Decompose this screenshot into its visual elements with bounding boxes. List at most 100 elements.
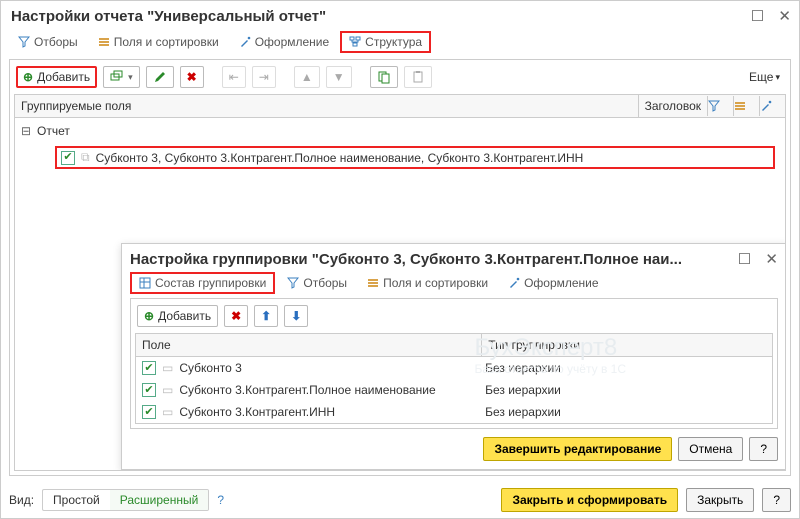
- paste-icon: [411, 70, 425, 84]
- close-and-form-button[interactable]: Закрыть и сформировать: [501, 488, 678, 512]
- fields-icon: [98, 36, 110, 48]
- copy-icon: [377, 70, 391, 84]
- copy-button[interactable]: [370, 66, 398, 88]
- dialog-titlebar: Настройка группировки "Субконто 3, Субко…: [130, 250, 778, 272]
- grid-icon: [139, 277, 151, 289]
- type-label: Без иерархии: [485, 405, 766, 419]
- dialog-add-button[interactable]: ⊕ Добавить: [137, 305, 218, 327]
- dialog-tab-style[interactable]: Оформление: [500, 272, 606, 294]
- dialog-footer: Завершить редактирование Отмена ?: [130, 429, 778, 461]
- tab-structure[interactable]: Структура: [340, 31, 431, 53]
- group-icon: [110, 70, 124, 84]
- view-toggle: Простой Расширенный: [42, 489, 209, 511]
- grid-row[interactable]: ✔ ▭ Субконто 3 Без иерархии: [136, 357, 772, 379]
- brush-icon: [508, 277, 520, 289]
- dialog-grid-body: ✔ ▭ Субконто 3 Без иерархии ✔ ▭ Субконто…: [135, 357, 773, 424]
- tree-child-row[interactable]: ✔ ⧉ Субконто 3, Субконто 3.Контрагент.По…: [61, 150, 769, 165]
- link-icon: ⧉: [81, 150, 90, 165]
- checkbox-icon[interactable]: ✔: [142, 405, 156, 419]
- outdent-button[interactable]: ⇤: [222, 66, 246, 88]
- field-label: Субконто 3.Контрагент.Полное наименовани…: [179, 383, 435, 397]
- tab-style[interactable]: Оформление: [230, 31, 338, 53]
- maximize-icon[interactable]: ☐: [751, 8, 764, 25]
- add-button[interactable]: ⊕ Добавить: [16, 66, 97, 88]
- arrow-out-icon: ⇤: [229, 70, 239, 84]
- more-menu[interactable]: Еще ▾: [745, 70, 784, 84]
- tree-root[interactable]: ⊟ Отчет: [15, 122, 785, 140]
- settings-window: Настройки отчета "Универсальный отчет" ☐…: [0, 0, 800, 519]
- dialog-close-icon[interactable]: ✕: [765, 251, 778, 268]
- delete-icon: ✖: [231, 309, 241, 323]
- funnel-icon: [287, 277, 299, 289]
- field-icon: ▭: [162, 383, 173, 397]
- indent-button[interactable]: ⇥: [252, 66, 276, 88]
- field-icon: ▭: [162, 405, 173, 419]
- delete-icon: ✖: [187, 70, 197, 84]
- move-up-button[interactable]: ▲: [294, 66, 320, 88]
- tree-child-label: Субконто 3, Субконто 3.Контрагент.Полное…: [96, 151, 584, 165]
- field-label: Субконто 3: [179, 361, 241, 375]
- bottom-bar: Вид: Простой Расширенный ? Закрыть и сфо…: [1, 482, 799, 518]
- edit-button[interactable]: [146, 66, 174, 88]
- dialog-delete-button[interactable]: ✖: [224, 305, 248, 327]
- dialog-tab-fields[interactable]: Поля и сортировки: [359, 272, 496, 294]
- tree-label: Отчет: [37, 124, 70, 138]
- dialog-move-down-button[interactable]: ⬇: [284, 305, 308, 327]
- col-fields[interactable]: [733, 96, 759, 116]
- cancel-button[interactable]: Отмена: [678, 437, 743, 461]
- funnel-icon: [18, 36, 30, 48]
- fields-icon: [367, 277, 379, 289]
- structure-panel: ⊕ Добавить ▾ ✖ ⇤ ⇥: [9, 59, 791, 476]
- tab-composition[interactable]: Состав группировки: [130, 272, 275, 294]
- tab-filters[interactable]: Отборы: [9, 31, 87, 53]
- dialog-title: Настройка группировки "Субконто 3, Субко…: [130, 251, 682, 268]
- plus-icon: ⊕: [23, 70, 33, 84]
- field-label: Субконто 3.Контрагент.ИНН: [179, 405, 335, 419]
- checkbox-icon[interactable]: ✔: [142, 361, 156, 375]
- tab-fields[interactable]: Поля и сортировки: [89, 31, 228, 53]
- structure-icon: [349, 36, 361, 48]
- view-extended[interactable]: Расширенный: [110, 490, 209, 510]
- checkbox-icon[interactable]: ✔: [142, 383, 156, 397]
- close-button[interactable]: Закрыть: [686, 488, 754, 512]
- dialog-tab-filters[interactable]: Отборы: [279, 272, 355, 294]
- dialog-grid-header: Поле Тип группировки: [135, 333, 773, 357]
- down-icon: ⬇: [291, 309, 301, 323]
- grouping-dialog: БухЭксперт8 База ответов по учёту в 1С Н…: [121, 243, 786, 470]
- dialog-panel: ⊕ Добавить ✖ ⬆ ⬇ П: [130, 298, 778, 429]
- col-style[interactable]: [759, 96, 785, 116]
- dialog-move-up-button[interactable]: ⬆: [254, 305, 278, 327]
- checkbox-icon[interactable]: ✔: [61, 151, 75, 165]
- col-filter[interactable]: [707, 96, 733, 116]
- group-button[interactable]: ▾: [103, 66, 140, 88]
- window-title: Настройки отчета "Универсальный отчет": [11, 8, 326, 25]
- grid-row[interactable]: ✔ ▭ Субконто 3.Контрагент.ИНН Без иерарх…: [136, 401, 772, 423]
- close-icon[interactable]: ✕: [778, 8, 791, 25]
- type-label: Без иерархии: [485, 361, 766, 375]
- up-icon: ▲: [301, 70, 313, 84]
- view-simple[interactable]: Простой: [43, 490, 110, 510]
- finish-editing-button[interactable]: Завершить редактирование: [483, 437, 672, 461]
- chevron-down-icon: ▾: [775, 72, 780, 83]
- view-label: Вид:: [9, 493, 34, 507]
- dialog-tabs: Состав группировки Отборы Поля и сортиро…: [130, 272, 778, 298]
- move-down-button[interactable]: ▼: [326, 66, 352, 88]
- view-help-icon[interactable]: ?: [217, 493, 224, 507]
- main-toolbar: ⊕ Добавить ▾ ✖ ⇤ ⇥: [14, 64, 786, 90]
- dialog-toolbar: ⊕ Добавить ✖ ⬆ ⬇: [135, 303, 773, 329]
- dialog-maximize-icon[interactable]: ☐: [738, 251, 751, 268]
- table-header: Группируемые поля Заголовок: [14, 94, 786, 118]
- grid-row[interactable]: ✔ ▭ Субконто 3.Контрагент.Полное наимено…: [136, 379, 772, 401]
- col-header: Заголовок: [638, 95, 707, 117]
- delete-button[interactable]: ✖: [180, 66, 204, 88]
- minus-icon[interactable]: ⊟: [21, 124, 31, 138]
- titlebar: Настройки отчета "Универсальный отчет" ☐…: [1, 1, 799, 27]
- main-tabs: Отборы Поля и сортировки Оформление Стру…: [1, 27, 799, 59]
- brush-icon: [239, 36, 251, 48]
- bottom-help-button[interactable]: ?: [762, 488, 791, 512]
- paste-button[interactable]: [404, 66, 432, 88]
- col-grouped-fields: Группируемые поля: [15, 95, 638, 117]
- help-button[interactable]: ?: [749, 437, 778, 461]
- tree-body: ⊟ Отчет ✔ ⧉ Субконто 3, Субконто 3.Контр…: [14, 118, 786, 471]
- col-group-type: Тип группировки: [482, 334, 772, 356]
